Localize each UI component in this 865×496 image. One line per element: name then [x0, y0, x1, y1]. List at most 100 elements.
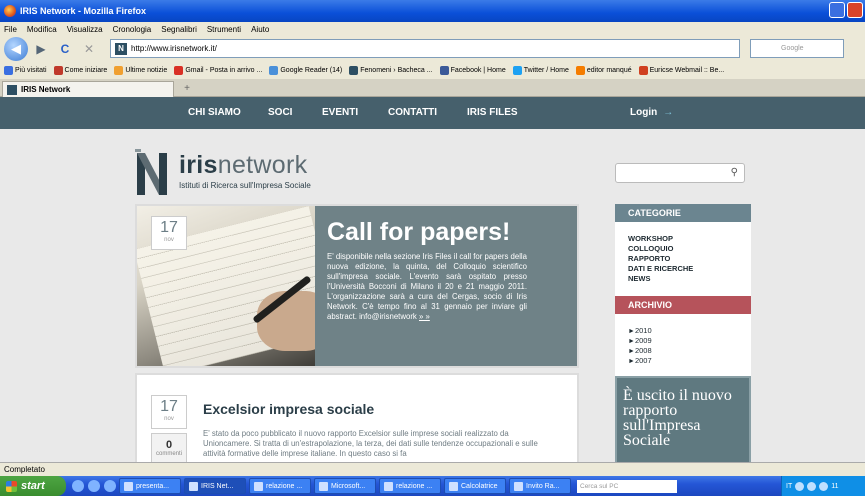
bookmark-icon: [174, 66, 184, 75]
quick-launch-icon[interactable]: [72, 480, 84, 492]
logo-tagline: Istituti di Ricerca sull'Impresa Sociale: [179, 181, 311, 190]
quick-launch-icon[interactable]: [88, 480, 100, 492]
tray-icon[interactable]: [807, 481, 817, 491]
back-button[interactable]: ◀: [4, 37, 28, 61]
bookmarks-toolbar: Più visitati Come iniziare Ultime notizie G…: [0, 62, 865, 79]
language-indicator[interactable]: IT: [786, 483, 792, 490]
bookmark-icon: [349, 66, 359, 75]
site-logo[interactable]: irisnetwork Istituti di Ricerca sull'Imp…: [135, 149, 325, 199]
bookmark-item[interactable]: Twitter / Home: [512, 66, 569, 75]
archive-item[interactable]: 2008: [628, 346, 751, 356]
menu-aiuto[interactable]: Aiuto: [251, 25, 269, 34]
close-button[interactable]: [847, 2, 863, 18]
read-more-link[interactable]: » »: [419, 312, 430, 321]
bookmark-item[interactable]: Euricse Webmail :: Be...: [638, 66, 725, 75]
menu-strumenti[interactable]: Strumenti: [207, 25, 241, 34]
start-button[interactable]: start: [0, 476, 66, 496]
bookmark-icon: [53, 66, 63, 75]
logo-text: irisnetwork: [179, 151, 308, 179]
bookmark-label: Google Reader (14): [280, 67, 343, 74]
bookmark-label: Ultime notizie: [125, 67, 168, 74]
taskbar-button[interactable]: relazione ...: [249, 478, 311, 494]
category-item[interactable]: WORKSHOP: [628, 234, 751, 244]
featured-post: 17 nov Call for papers! E' disponibile n…: [135, 204, 579, 368]
url-bar[interactable]: N http://www.irisnetwork.it/: [110, 39, 740, 58]
app-icon: [254, 481, 263, 491]
bookmark-label: editor manqué: [586, 67, 632, 74]
taskbar-button[interactable]: IRIS Net...: [184, 478, 246, 494]
navigation-toolbar: ◀ ▶ C ✕ ⌂ N http://www.irisnetwork.it/ G…: [0, 36, 865, 62]
taskbar-button[interactable]: Calcolatrice: [444, 478, 506, 494]
comments-badge[interactable]: 0 commenti: [151, 433, 187, 462]
post-card: 17 nov 0 commenti Excelsior impresa soci…: [135, 373, 579, 462]
taskbar-button[interactable]: relazione ...: [379, 478, 441, 494]
nav-soci[interactable]: SOCI: [268, 107, 292, 118]
quick-launch-icon[interactable]: [104, 480, 116, 492]
categories-heading: CATEGORIE: [615, 204, 751, 222]
category-item[interactable]: RAPPORTO: [628, 254, 751, 264]
category-item[interactable]: DATI E RICERCHE: [628, 264, 751, 274]
system-tray: IT 11: [781, 476, 865, 496]
minimize-button[interactable]: [829, 2, 845, 18]
tab-title: IRIS Network: [21, 85, 71, 94]
bookmark-item[interactable]: Più visitati: [4, 66, 47, 75]
window-title: IRIS Network - Mozilla Firefox: [20, 6, 147, 16]
stop-icon[interactable]: ✕: [78, 39, 100, 59]
featured-title[interactable]: Call for papers!: [327, 218, 510, 247]
taskbar-label: relazione ...: [396, 482, 433, 490]
menu-cronologia[interactable]: Cronologia: [113, 25, 152, 34]
nav-eventi[interactable]: EVENTI: [322, 107, 358, 118]
bookmark-item[interactable]: editor manqué: [575, 66, 632, 75]
tray-icon[interactable]: [819, 481, 829, 491]
menu-file[interactable]: File: [4, 25, 17, 34]
bookmark-label: Più visitati: [15, 67, 47, 74]
archive-item[interactable]: 2007: [628, 356, 751, 366]
nav-contatti[interactable]: CONTATTI: [388, 107, 437, 118]
archive-box: ARCHIVIO 2010 2009 2008 2007: [615, 296, 751, 376]
desktop-search-input[interactable]: Cerca sul PC: [577, 479, 677, 493]
app-icon: [124, 481, 133, 491]
logo-mark-icon: [135, 149, 167, 195]
forward-button[interactable]: ▶: [30, 39, 52, 59]
site-search-input[interactable]: ⚲: [615, 163, 745, 183]
bookmark-icon: [269, 66, 279, 75]
taskbar-label: Microsoft...: [331, 482, 366, 490]
category-item[interactable]: COLLOQUIO: [628, 244, 751, 254]
taskbar-button[interactable]: Microsoft...: [314, 478, 376, 494]
menu-bar: File Modifica Visualizza Cronologia Segn…: [0, 22, 865, 36]
nav-chi-siamo[interactable]: CHI SIAMO: [188, 107, 241, 118]
menu-segnalibri[interactable]: Segnalibri: [161, 25, 197, 34]
tab-bar: IRIS Network +: [0, 79, 865, 97]
new-tab-button[interactable]: +: [180, 83, 194, 95]
bookmark-item[interactable]: Google Reader (14): [269, 66, 342, 75]
menu-modifica[interactable]: Modifica: [27, 25, 57, 34]
site-nav: CHI SIAMO SOCI EVENTI CONTATTI IRIS FILE…: [0, 97, 865, 129]
bookmark-label: Twitter / Home: [523, 67, 569, 74]
bookmark-item[interactable]: Fenomeni › Bacheca ...: [349, 66, 433, 75]
windows-logo-icon: [6, 480, 17, 492]
nav-iris-files[interactable]: IRIS FILES: [467, 107, 518, 118]
report-promo-banner[interactable]: È uscito il nuovo rapporto sull'Impresa …: [615, 376, 751, 462]
bookmark-label: Euricse Webmail :: Be...: [649, 67, 725, 74]
archive-item[interactable]: 2010: [628, 326, 751, 336]
bookmark-item[interactable]: Ultime notizie: [114, 66, 167, 75]
category-item[interactable]: NEWS: [628, 274, 751, 284]
bookmark-item[interactable]: Facebook | Home: [439, 66, 506, 75]
post-title[interactable]: Excelsior impresa sociale: [203, 401, 374, 417]
tray-icon[interactable]: [795, 481, 805, 491]
login-link[interactable]: Login →: [630, 107, 673, 118]
tab-iris-network[interactable]: IRIS Network: [2, 81, 174, 97]
search-icon[interactable]: ⚲: [731, 167, 738, 178]
taskbar-label: Calcolatrice: [461, 482, 498, 490]
bookmark-item[interactable]: Gmail - Posta in arrivo ...: [174, 66, 262, 75]
tab-favicon: [7, 84, 17, 95]
taskbar-button[interactable]: presenta...: [119, 478, 181, 494]
archive-item[interactable]: 2009: [628, 336, 751, 346]
bookmark-item[interactable]: Come iniziare: [53, 66, 107, 75]
search-input[interactable]: Google: [750, 39, 844, 58]
menu-visualizza[interactable]: Visualizza: [67, 25, 103, 34]
bookmark-icon: [638, 66, 648, 75]
quick-launch: [72, 480, 116, 492]
taskbar-button[interactable]: Invito Ra...: [509, 478, 571, 494]
reload-icon[interactable]: C: [54, 39, 76, 59]
